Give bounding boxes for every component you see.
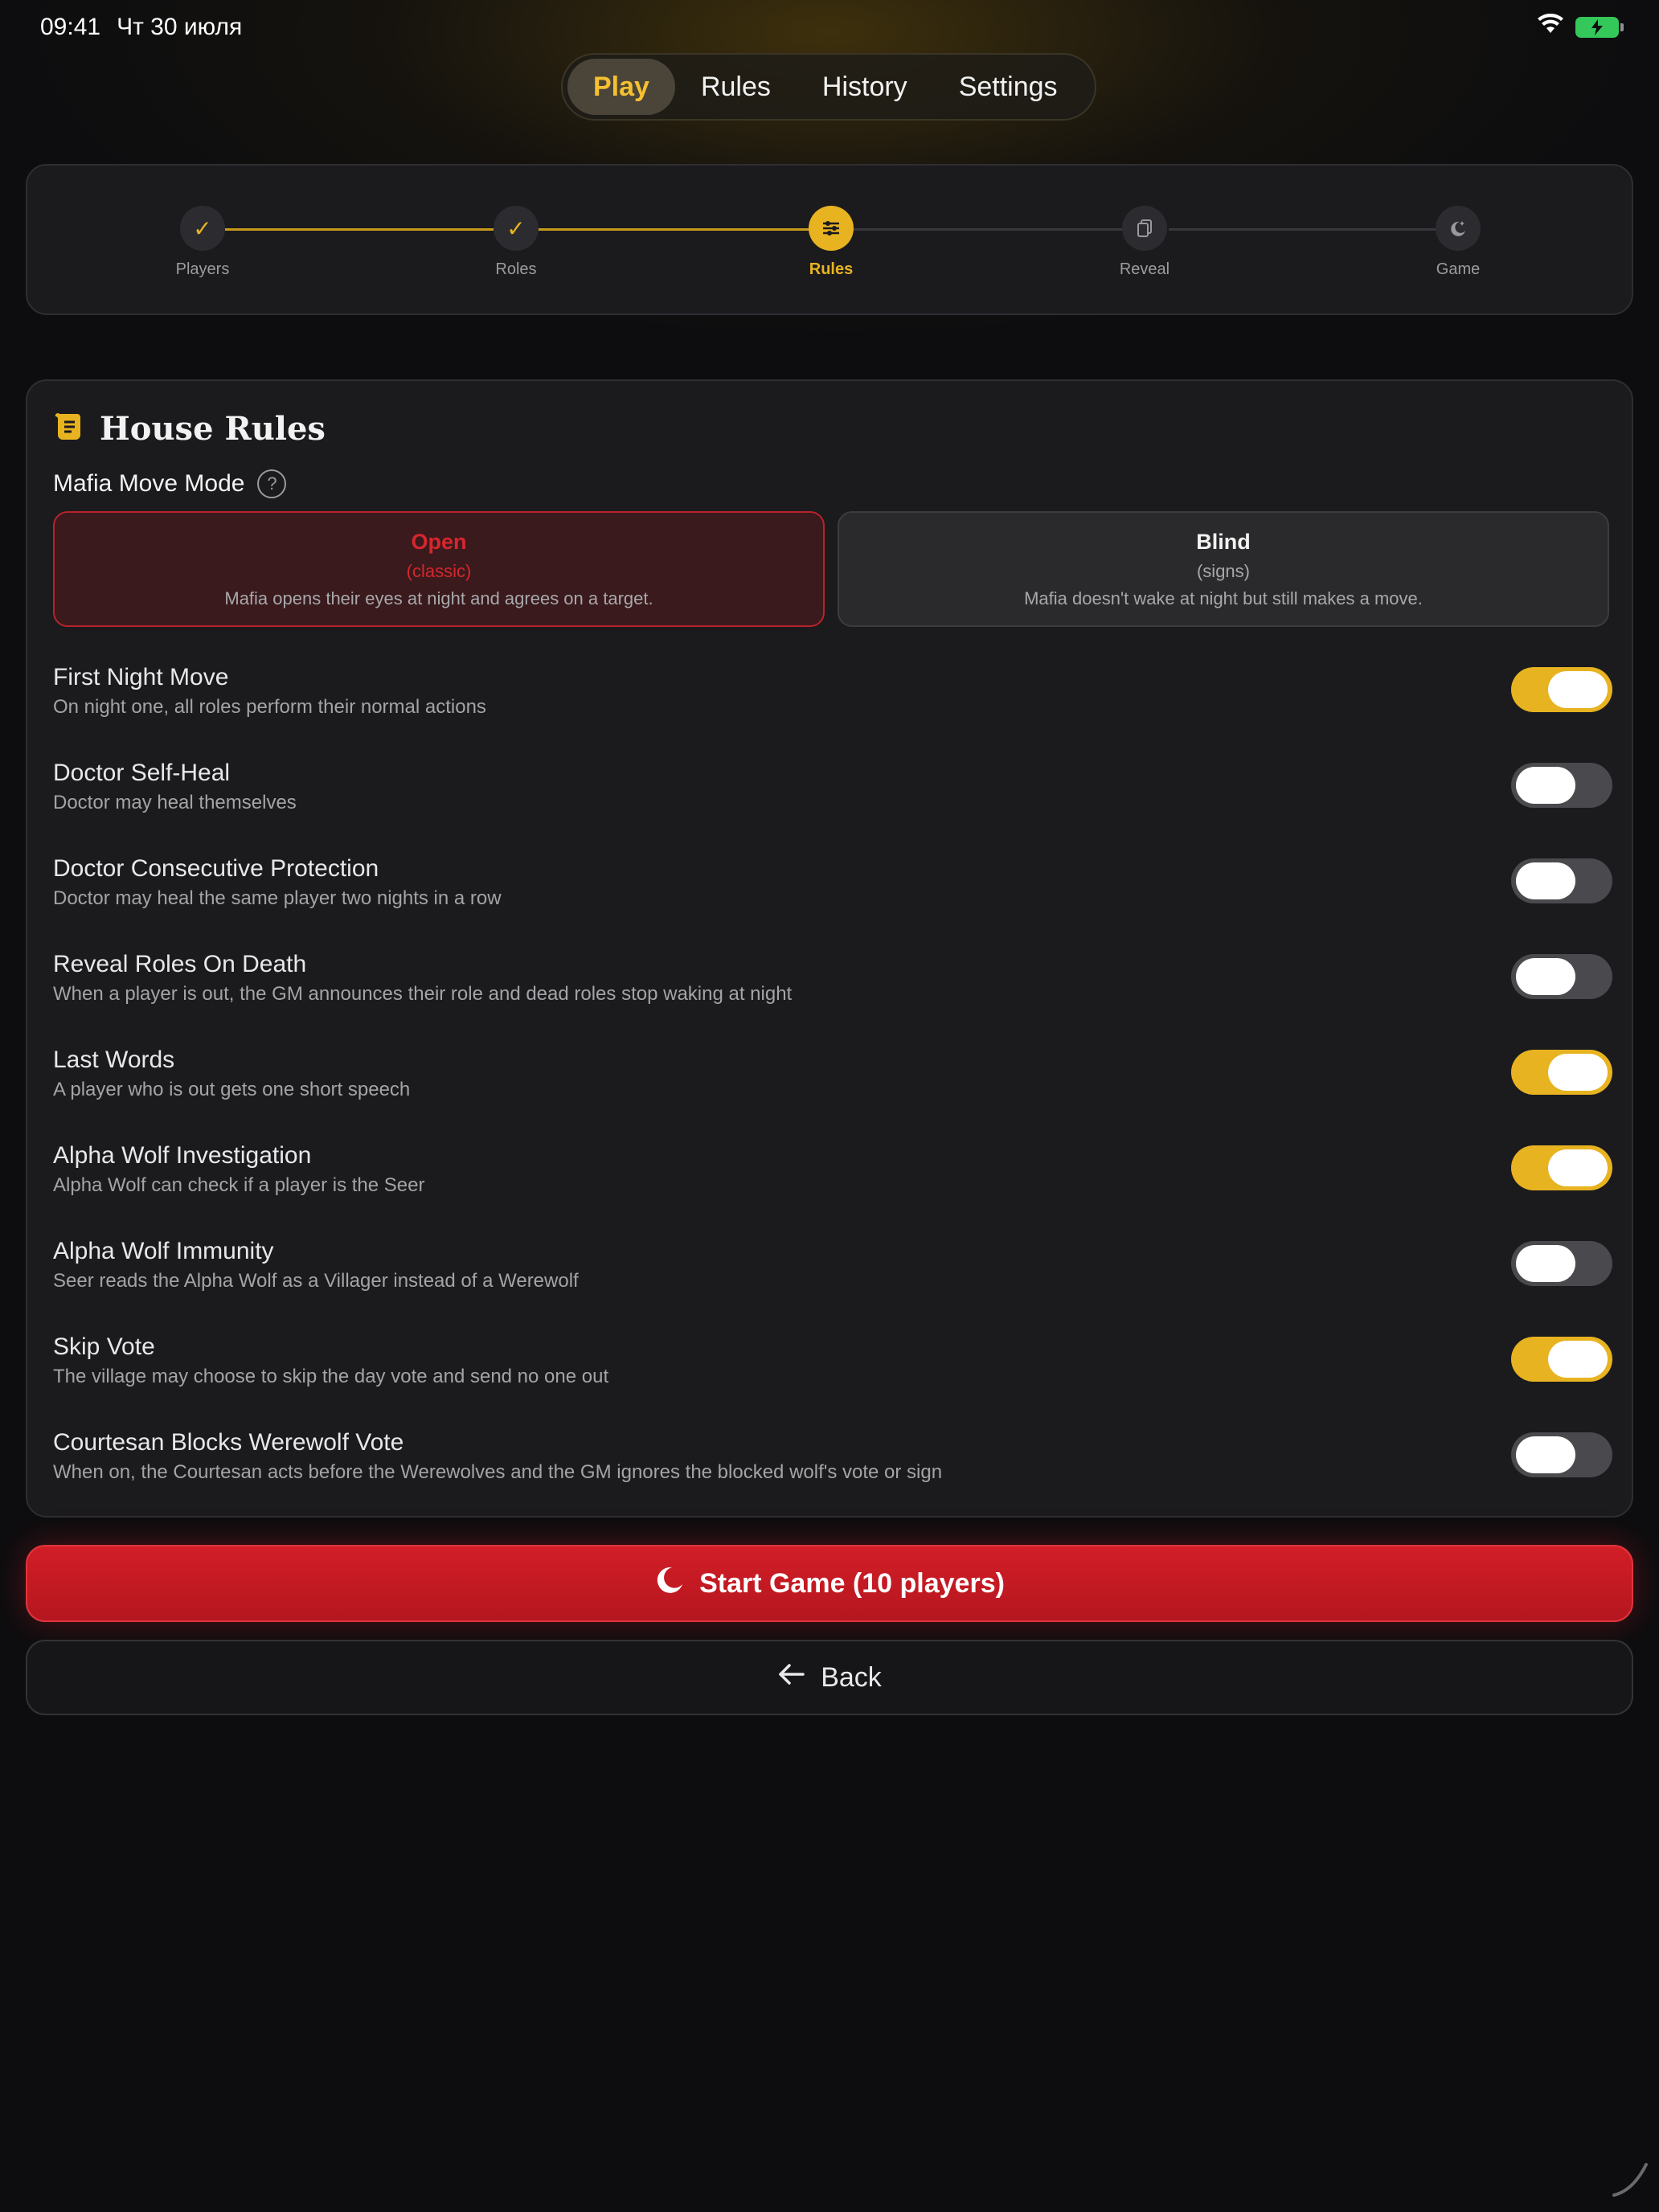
rule-description: Alpha Wolf can check if a player is the … — [53, 1174, 425, 1196]
rule-courtesan-blocks-werewolf-vote: Courtesan Blocks Werewolf Vote When on, … — [53, 1424, 1612, 1505]
step-label: Game — [1436, 260, 1481, 278]
toggle-knob — [1516, 767, 1575, 804]
mode-option-blind[interactable]: Blind (signs) Mafia doesn't wake at nigh… — [838, 511, 1609, 627]
setup-stepper: ✓ Players ✓ Roles Rules Reveal Game — [26, 164, 1633, 315]
mafia-move-mode-label: Mafia Move Mode ? — [53, 469, 287, 498]
rule-toggle[interactable] — [1511, 1050, 1612, 1095]
rule-title: Alpha Wolf Immunity — [53, 1238, 274, 1264]
status-date: Чт 30 июля — [117, 14, 243, 40]
step-players[interactable]: ✓ Players — [146, 206, 259, 279]
rule-toggle[interactable] — [1511, 954, 1612, 999]
rule-alpha-wolf-immunity: Alpha Wolf Immunity Seer reads the Alpha… — [53, 1233, 1612, 1313]
resize-handle-icon — [1609, 2158, 1651, 2204]
cards-icon — [1122, 206, 1167, 251]
tab-rules[interactable]: Rules — [675, 59, 797, 115]
tab-play[interactable]: Play — [567, 59, 675, 115]
step-game[interactable]: Game — [1402, 206, 1514, 279]
mode-option-open[interactable]: Open (classic) Mafia opens their eyes at… — [53, 511, 825, 627]
rule-description: When on, the Courtesan acts before the W… — [53, 1461, 943, 1483]
moon-star-icon — [1436, 206, 1481, 251]
step-roles[interactable]: ✓ Roles — [460, 206, 572, 279]
toggle-knob — [1516, 1436, 1575, 1473]
rule-title: Doctor Self-Heal — [53, 760, 231, 786]
toggle-knob — [1516, 958, 1575, 995]
mode-name: Blind — [1196, 529, 1251, 554]
rule-last-words: Last Words A player who is out gets one … — [53, 1042, 1612, 1122]
tab-history[interactable]: History — [797, 59, 933, 115]
start-game-button[interactable]: Start Game (10 players) — [26, 1545, 1633, 1622]
rule-description: On night one, all roles perform their no… — [53, 696, 486, 718]
question-circle-icon[interactable]: ? — [257, 469, 287, 498]
mafia-move-mode-text: Mafia Move Mode — [53, 470, 245, 497]
battery-charging-icon — [1575, 17, 1624, 38]
rule-first-night-move: First Night Move On night one, all roles… — [53, 659, 1612, 739]
check-icon: ✓ — [180, 206, 225, 251]
mode-description: Mafia doesn't wake at night but still ma… — [1024, 588, 1423, 608]
toggle-knob — [1548, 1341, 1608, 1378]
toggle-knob — [1516, 1245, 1575, 1282]
rule-toggle[interactable] — [1511, 763, 1612, 808]
toggle-knob — [1548, 1149, 1608, 1186]
rule-doctor-self-heal: Doctor Self-Heal Doctor may heal themsel… — [53, 755, 1612, 835]
step-rules[interactable]: Rules — [775, 206, 887, 279]
step-label: Players — [175, 260, 230, 278]
rule-title: Alpha Wolf Investigation — [53, 1142, 312, 1169]
rule-description: Seer reads the Alpha Wolf as a Villager … — [53, 1270, 579, 1292]
step-connector — [225, 228, 494, 231]
rule-reveal-roles-on-death: Reveal Roles On Death When a player is o… — [53, 946, 1612, 1026]
step-connector — [1169, 228, 1437, 231]
check-icon: ✓ — [494, 206, 539, 251]
main-tab-bar: Play Rules History Settings — [561, 53, 1096, 121]
status-bar: 09:41 Чт 30 июля — [40, 11, 1624, 43]
back-label: Back — [821, 1661, 882, 1693]
rule-title: Reveal Roles On Death — [53, 951, 307, 977]
step-reveal[interactable]: Reveal — [1088, 206, 1201, 279]
rule-title: Courtesan Blocks Werewolf Vote — [53, 1429, 404, 1456]
house-rules-card: House Rules Mafia Move Mode ? Open (clas… — [26, 379, 1633, 1518]
step-label: Roles — [495, 260, 537, 278]
rule-description: The village may choose to skip the day v… — [53, 1366, 609, 1387]
arrow-left-icon — [777, 1662, 806, 1694]
rule-title: Doctor Consecutive Protection — [53, 855, 379, 882]
rule-toggle[interactable] — [1511, 858, 1612, 903]
rule-description: A player who is out gets one short speec… — [53, 1079, 411, 1100]
rule-skip-vote: Skip Vote The village may choose to skip… — [53, 1329, 1612, 1409]
toggle-knob — [1548, 1054, 1608, 1091]
mode-sub: (signs) — [1196, 560, 1250, 581]
step-connector — [854, 228, 1124, 231]
mode-description: Mafia opens their eyes at night and agre… — [224, 588, 653, 608]
status-time: 09:41 — [40, 14, 101, 40]
step-label: Rules — [809, 260, 854, 278]
rule-alpha-wolf-investigation: Alpha Wolf Investigation Alpha Wolf can … — [53, 1137, 1612, 1218]
house-rules-header: House Rules — [53, 410, 326, 448]
back-button[interactable]: Back — [26, 1640, 1633, 1715]
rule-title: First Night Move — [53, 664, 229, 690]
rule-toggle[interactable] — [1511, 667, 1612, 712]
rule-description: When a player is out, the GM announces t… — [53, 983, 793, 1005]
mode-sub: (classic) — [406, 560, 472, 581]
rule-toggle[interactable] — [1511, 1145, 1612, 1190]
rule-description: Doctor may heal themselves — [53, 792, 297, 813]
scroll-icon — [53, 411, 85, 447]
start-game-label: Start Game (10 players) — [699, 1567, 1005, 1599]
toggle-knob — [1516, 862, 1575, 899]
rule-doctor-consecutive-protection: Doctor Consecutive Protection Doctor may… — [53, 850, 1612, 931]
step-connector — [539, 228, 809, 231]
moon-icon — [654, 1565, 685, 1603]
step-label: Reveal — [1119, 260, 1170, 278]
rule-description: Doctor may heal the same player two nigh… — [53, 887, 502, 909]
toggle-knob — [1548, 671, 1608, 708]
wifi-icon — [1537, 13, 1564, 41]
rule-title: Last Words — [53, 1047, 175, 1073]
rule-toggle[interactable] — [1511, 1337, 1612, 1382]
tab-settings[interactable]: Settings — [933, 59, 1083, 115]
house-rules-title: House Rules — [100, 410, 326, 448]
rule-toggle[interactable] — [1511, 1432, 1612, 1477]
sliders-icon — [809, 206, 854, 251]
rule-title: Skip Vote — [53, 1333, 155, 1360]
mode-name: Open — [411, 529, 467, 554]
rule-toggle[interactable] — [1511, 1241, 1612, 1286]
